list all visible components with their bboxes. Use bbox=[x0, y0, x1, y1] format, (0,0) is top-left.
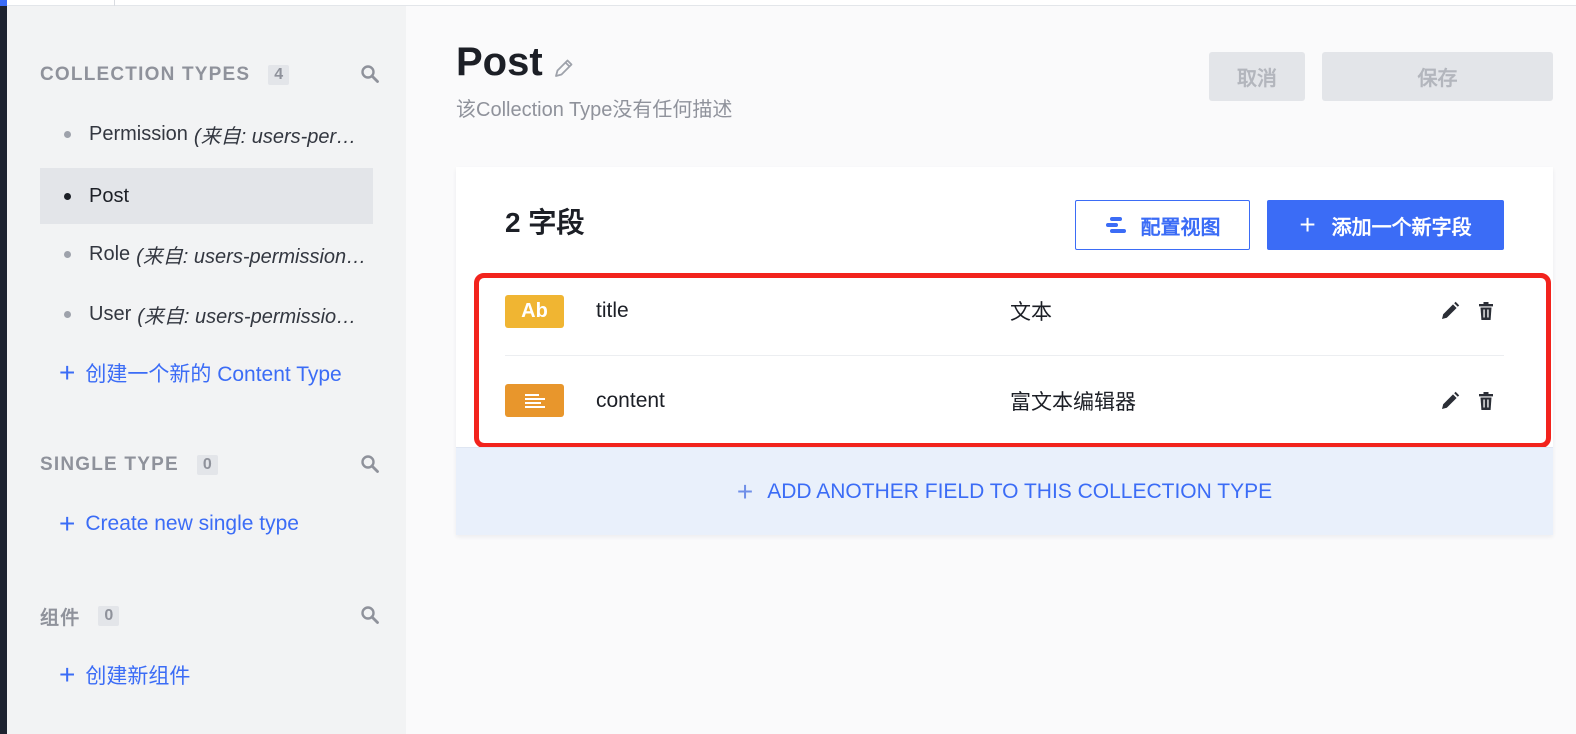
fields-card: 2 字段 配置视图 + 添加一个新字段 Ab title 文本 content … bbox=[456, 167, 1553, 535]
sidebar-item-label: Permission bbox=[89, 122, 188, 145]
single-types-title: SINGLE TYPE bbox=[40, 454, 179, 475]
app-left-rail bbox=[0, 0, 7, 734]
plus-icon: + bbox=[59, 659, 76, 690]
cancel-button[interactable]: 取消 bbox=[1209, 52, 1305, 101]
components-count: 0 bbox=[98, 606, 120, 626]
create-content-type-link[interactable]: + 创建一个新的 Content Type bbox=[59, 358, 342, 388]
field-type: 富文本编辑器 bbox=[1010, 390, 1136, 414]
add-another-field-label: ADD ANOTHER FIELD TO THIS COLLECTION TYP… bbox=[767, 479, 1273, 503]
content-types-sidebar: COLLECTION TYPES 4 Permission (来自: users… bbox=[7, 6, 406, 734]
configure-view-button[interactable]: 配置视图 bbox=[1075, 200, 1250, 250]
bullet bbox=[64, 192, 71, 200]
rail-accent bbox=[0, 0, 7, 6]
add-another-field-button[interactable]: + ADD ANOTHER FIELD TO THIS COLLECTION T… bbox=[456, 447, 1553, 535]
save-button[interactable]: 保存 bbox=[1322, 52, 1553, 101]
bullet bbox=[64, 250, 71, 258]
sidebar-item-label: Role bbox=[89, 242, 131, 265]
sidebar-item-source: (来自: users-permission… bbox=[136, 245, 367, 268]
richtext-lines-icon bbox=[524, 393, 545, 408]
collection-types-header: COLLECTION TYPES 4 bbox=[40, 63, 380, 87]
list-settings-icon bbox=[1105, 217, 1126, 233]
plus-icon: + bbox=[59, 508, 76, 539]
fields-count: 2 字段 bbox=[505, 207, 585, 238]
plus-icon: + bbox=[736, 475, 754, 507]
create-single-type-label: Create new single type bbox=[85, 512, 299, 535]
edit-pencil-icon[interactable] bbox=[1440, 301, 1460, 321]
add-field-button[interactable]: + 添加一个新字段 bbox=[1267, 200, 1504, 250]
table-row[interactable]: content 富文本编辑器 bbox=[505, 356, 1504, 445]
edit-pencil-icon[interactable] bbox=[1440, 391, 1460, 411]
configure-view-label: 配置视图 bbox=[1140, 216, 1221, 239]
collection-types-title: COLLECTION TYPES bbox=[40, 64, 251, 85]
page-title-text: Post bbox=[456, 40, 543, 84]
field-type: 文本 bbox=[1010, 301, 1052, 324]
create-single-type-link[interactable]: + Create new single type bbox=[59, 509, 299, 539]
components-header: 组件 0 bbox=[40, 604, 380, 629]
trash-icon[interactable] bbox=[1476, 391, 1496, 411]
field-name: content bbox=[596, 388, 665, 412]
sidebar-item-permission[interactable]: Permission (来自: users-per… bbox=[40, 106, 373, 162]
sidebar-item-label: User bbox=[89, 302, 132, 325]
search-icon[interactable] bbox=[360, 605, 380, 625]
single-types-count: 0 bbox=[196, 455, 218, 475]
sidebar-item-post[interactable]: Post bbox=[40, 168, 373, 224]
collection-types-count: 4 bbox=[268, 65, 290, 85]
richtext-icon bbox=[505, 384, 564, 417]
plus-icon: + bbox=[1299, 209, 1316, 240]
create-component-label: 创建新组件 bbox=[85, 665, 191, 688]
sidebar-item-source: (来自: users-per… bbox=[193, 125, 357, 148]
sidebar-item-role[interactable]: Role (来自: users-permission… bbox=[40, 226, 373, 282]
add-field-label: 添加一个新字段 bbox=[1331, 216, 1472, 239]
create-component-link[interactable]: + 创建新组件 bbox=[59, 660, 190, 690]
create-content-type-label: 创建一个新的 Content Type bbox=[85, 363, 342, 386]
sidebar-item-user[interactable]: User (来自: users-permissio… bbox=[40, 286, 373, 342]
search-icon[interactable] bbox=[360, 454, 380, 474]
sidebar-item-label: Post bbox=[89, 184, 130, 207]
bullet bbox=[64, 310, 71, 318]
search-icon[interactable] bbox=[360, 64, 380, 84]
pencil-icon[interactable] bbox=[553, 57, 575, 79]
text-icon: Ab bbox=[505, 294, 564, 328]
bullet bbox=[64, 130, 71, 138]
field-name: title bbox=[596, 299, 629, 322]
sidebar-item-source: (来自: users-permissio… bbox=[137, 305, 357, 328]
single-types-header: SINGLE TYPE 0 bbox=[40, 453, 380, 477]
page-description: 该Collection Type没有任何描述 bbox=[456, 99, 733, 121]
trash-icon[interactable] bbox=[1476, 301, 1496, 321]
plus-icon: + bbox=[59, 357, 76, 388]
table-row[interactable]: Ab title 文本 bbox=[505, 267, 1504, 356]
page-title: Post bbox=[456, 40, 575, 85]
components-title: 组件 bbox=[40, 607, 81, 629]
